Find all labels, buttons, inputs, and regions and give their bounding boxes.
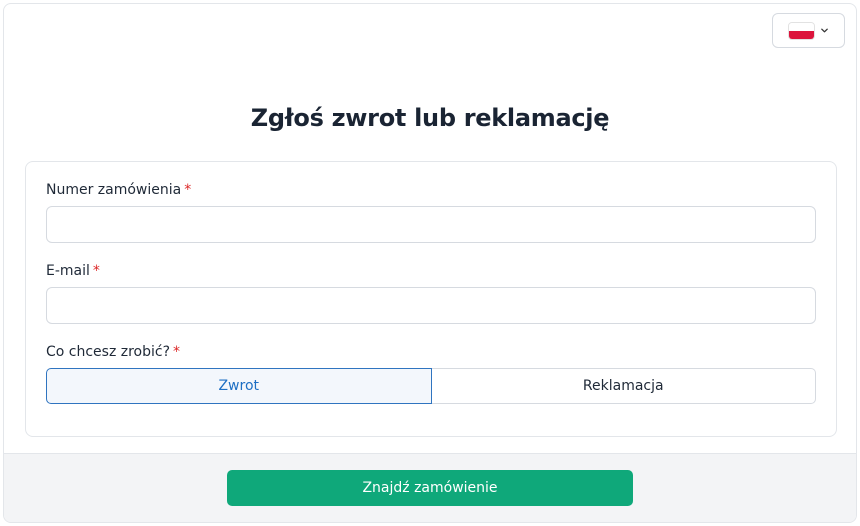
page-title: Zgłoś zwrot lub reklamację [250,104,610,132]
language-selector-button[interactable] [772,13,845,48]
chevron-down-icon [821,28,828,33]
required-marker: * [173,344,181,360]
form-card: Numer zamówienia * E-mail * Co chcesz zrob… [25,161,837,437]
option-complaint-button[interactable]: Reklamacja [431,368,816,404]
option-return-button[interactable]: Zwrot [46,368,432,404]
required-marker: * [92,263,100,279]
action-label: Co chcesz zrobić? * [46,344,180,360]
required-marker: * [184,182,192,198]
form-footer: Znajdź zamówienie [4,453,856,522]
action-segmented-control: Zwrot Reklamacja [46,368,816,404]
order-number-label-text: Numer zamówienia [46,182,182,198]
find-order-button[interactable]: Znajdź zamówienie [227,470,633,506]
poland-flag-icon [788,21,815,40]
return-form-panel: Zgłoś zwrot lub reklamację Numer zamówie… [3,3,857,523]
action-label-text: Co chcesz zrobić? [46,344,171,360]
email-input[interactable] [46,287,816,324]
email-label: E-mail * [46,263,100,279]
email-label-text: E-mail [46,263,90,279]
order-number-label: Numer zamówienia * [46,182,191,198]
order-number-input[interactable] [46,206,816,243]
